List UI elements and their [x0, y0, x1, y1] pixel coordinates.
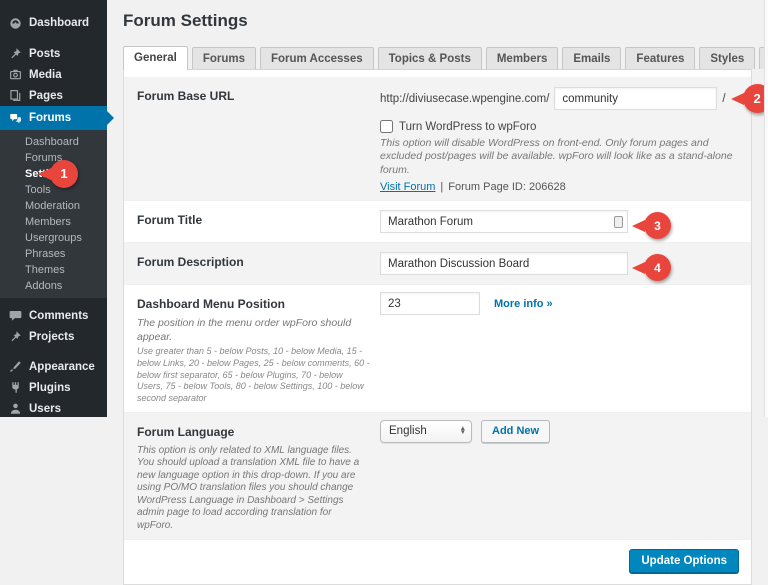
pages-icon: [9, 89, 22, 102]
url-prefix-text: http://diviusecase.wpengine.com/: [380, 93, 549, 105]
brush-icon: [9, 360, 22, 373]
forum-language-label: Forum Language: [137, 425, 234, 439]
comment-bubble-icon: [9, 309, 22, 322]
pushpin-icon: [9, 47, 22, 60]
callout-1: 1: [50, 160, 78, 188]
turn-wordpress-option[interactable]: Turn WordPress to wpForo: [380, 120, 738, 133]
callout-4: 4: [644, 254, 671, 281]
sidebar-item-users[interactable]: Users: [0, 398, 107, 419]
submenu-item-settings[interactable]: Settings 1: [0, 166, 107, 182]
sidebar-separator: [0, 34, 107, 43]
forum-description-label: Forum Description: [137, 255, 244, 269]
dashboard-icon: [9, 17, 22, 30]
row-dashboard-menu-position: Dashboard Menu Position The position in …: [124, 284, 751, 411]
url-suffix-text: /: [722, 93, 725, 105]
forum-language-desc: This option is only related to XML langu…: [137, 445, 370, 533]
select-stepper-icon: ▲▼: [460, 427, 466, 436]
settings-panel: Forum Base URL http://diviusecase.wpengi…: [123, 69, 752, 585]
sidebar-item-label: Comments: [29, 310, 88, 322]
camera-icon: [9, 68, 22, 81]
admin-sidebar: Dashboard Posts Media Pages Forums: [0, 0, 107, 417]
submenu-item-dashboard[interactable]: Dashboard: [0, 134, 107, 150]
sidebar-item-label: Appearance: [29, 361, 95, 373]
sidebar-separator: [0, 347, 107, 356]
forum-slug-input[interactable]: [554, 87, 717, 110]
tab-forum-accesses[interactable]: Forum Accesses: [260, 47, 374, 69]
forums-bubbles-icon: [9, 112, 22, 125]
submenu-item-addons[interactable]: Addons: [0, 278, 107, 294]
sidebar-item-label: Plugins: [29, 382, 71, 394]
row-forum-title: Forum Title 3: [124, 200, 751, 242]
menu-position-values-desc: Use greater than 5 - below Posts, 10 - b…: [137, 346, 370, 404]
menu-position-desc: The position in the menu order wpForo sh…: [137, 317, 370, 344]
menu-position-input[interactable]: [380, 292, 480, 315]
forum-page-id-text: Forum Page ID: 206628: [448, 181, 565, 193]
language-select-value: English: [389, 425, 427, 437]
sidebar-item-label: Forums: [29, 112, 71, 124]
more-info-link[interactable]: More info »: [494, 298, 553, 310]
tab-forums[interactable]: Forums: [192, 47, 256, 69]
language-select[interactable]: English ▲▼: [380, 420, 472, 443]
tab-general[interactable]: General: [123, 46, 188, 70]
forums-submenu: Dashboard Forums Settings 1 Tools Modera…: [0, 130, 107, 298]
sidebar-item-label: Posts: [29, 48, 60, 60]
plug-icon: [9, 381, 22, 394]
sidebar-item-comments[interactable]: Comments: [0, 305, 107, 326]
row-forum-language: Forum Language This option is only relat…: [124, 412, 751, 540]
submenu-item-themes[interactable]: Themes: [0, 262, 107, 278]
admin-content: Forum Settings General Forums Forum Acce…: [107, 0, 768, 417]
add-new-language-button[interactable]: Add New: [481, 420, 550, 443]
visit-forum-link[interactable]: Visit Forum: [380, 181, 435, 193]
turn-wordpress-checkbox[interactable]: [380, 120, 393, 133]
menu-position-label: Dashboard Menu Position: [137, 297, 285, 311]
sidebar-item-dashboard[interactable]: Dashboard: [0, 12, 107, 34]
sidebar-item-label: Dashboard: [29, 17, 89, 29]
scrollbar-track[interactable]: [764, 0, 768, 417]
tab-styles[interactable]: Styles: [699, 47, 755, 69]
turn-wordpress-label: Turn WordPress to wpForo: [399, 121, 536, 133]
submenu-item-tools[interactable]: Tools: [0, 182, 107, 198]
row-forum-description: Forum Description 4: [124, 242, 751, 284]
sidebar-item-appearance[interactable]: Appearance: [0, 356, 107, 377]
sidebar-item-forums[interactable]: Forums: [0, 106, 107, 130]
submenu-item-moderation[interactable]: Moderation: [0, 198, 107, 214]
sidebar-item-pages[interactable]: Pages: [0, 85, 107, 106]
tab-topics-posts[interactable]: Topics & Posts: [378, 47, 482, 69]
sidebar-item-plugins[interactable]: Plugins: [0, 377, 107, 398]
submenu-item-members[interactable]: Members: [0, 214, 107, 230]
settings-tabs: General Forums Forum Accesses Topics & P…: [123, 46, 752, 69]
callout-3: 3: [644, 212, 671, 239]
submenu-item-usergroups[interactable]: Usergroups: [0, 230, 107, 246]
sidebar-item-media[interactable]: Media: [0, 64, 107, 85]
autofill-extension-icon: [614, 216, 623, 228]
sidebar-item-projects[interactable]: Projects: [0, 326, 107, 347]
forum-title-input[interactable]: [380, 210, 628, 233]
tab-members[interactable]: Members: [486, 47, 559, 69]
forum-base-url-label: Forum Base URL: [137, 89, 234, 103]
sidebar-item-label: Projects: [29, 331, 74, 343]
update-options-button[interactable]: Update Options: [629, 549, 739, 573]
forum-title-label: Forum Title: [137, 213, 202, 227]
pushpin-icon: [9, 330, 22, 343]
user-icon: [9, 402, 22, 415]
sidebar-separator: [0, 298, 107, 305]
sidebar-item-label: Media: [29, 69, 62, 81]
separator-text: |: [440, 181, 443, 193]
row-forum-base-url: Forum Base URL http://diviusecase.wpengi…: [124, 77, 751, 200]
sidebar-item-label: Users: [29, 403, 61, 415]
tab-emails[interactable]: Emails: [562, 47, 621, 69]
sidebar-item-label: Pages: [29, 90, 63, 102]
page-title: Forum Settings: [123, 11, 752, 31]
tab-features[interactable]: Features: [625, 47, 695, 69]
forum-description-input[interactable]: [380, 252, 628, 275]
base-url-description: This option will disable WordPress on fr…: [380, 137, 738, 177]
submenu-item-phrases[interactable]: Phrases: [0, 246, 107, 262]
panel-footer: Update Options: [124, 539, 751, 584]
sidebar-item-posts[interactable]: Posts: [0, 43, 107, 64]
